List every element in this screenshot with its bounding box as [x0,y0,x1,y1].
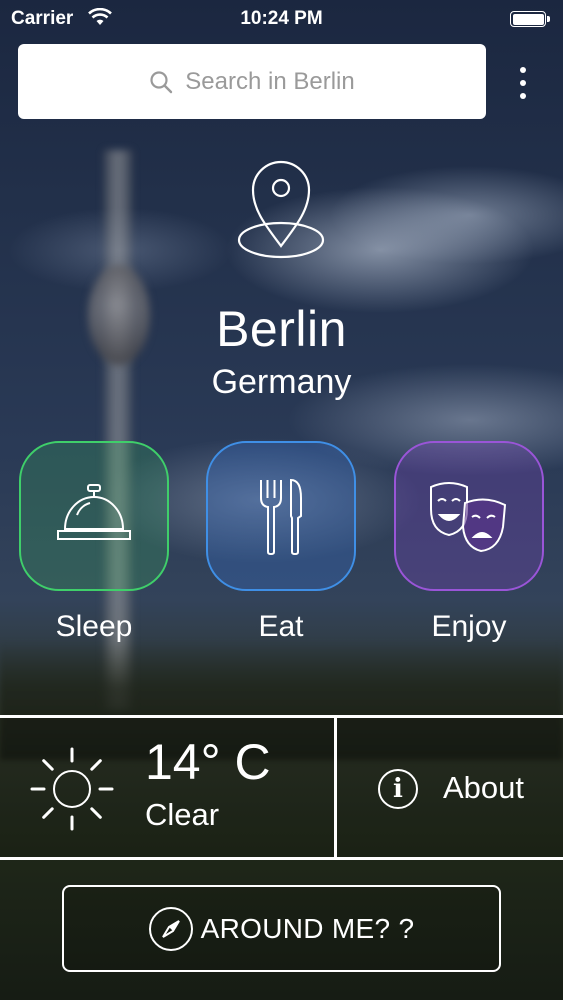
location-pin-icon [237,160,325,259]
temperature: 14° C [145,734,271,790]
eat-label: Eat [258,610,304,643]
info-icon: i [378,769,418,809]
search-placeholder: Search in Berlin [185,67,355,95]
dot-icon [520,93,526,99]
weather-condition: Clear [145,797,220,832]
divider [334,715,337,860]
divider [0,857,563,860]
search-input[interactable]: Search in Berlin [18,44,486,119]
around-me-button[interactable]: AROUND ME? ? [62,885,501,972]
around-me-label: AROUND ME? ? [200,912,415,944]
dot-icon [520,80,526,86]
bell-icon [57,484,131,540]
theater-masks-icon [430,482,507,553]
battery-icon [510,11,550,27]
about-label: About [443,770,525,805]
enjoy-button[interactable] [394,441,544,591]
dot-icon [520,67,526,73]
enjoy-label: Enjoy [431,610,507,643]
eat-button[interactable] [206,441,356,591]
status-bar: Carrier 10:24 PM [0,0,563,38]
sun-icon [30,747,114,831]
search-icon [150,70,173,93]
sleep-label: Sleep [55,610,133,643]
country-name: Germany [211,363,352,401]
compass-icon [148,906,193,951]
city-name: Berlin [216,301,347,357]
sleep-button[interactable] [19,441,169,591]
clock: 10:24 PM [240,8,323,29]
cutlery-icon [260,478,302,556]
more-menu-button[interactable] [508,63,538,103]
